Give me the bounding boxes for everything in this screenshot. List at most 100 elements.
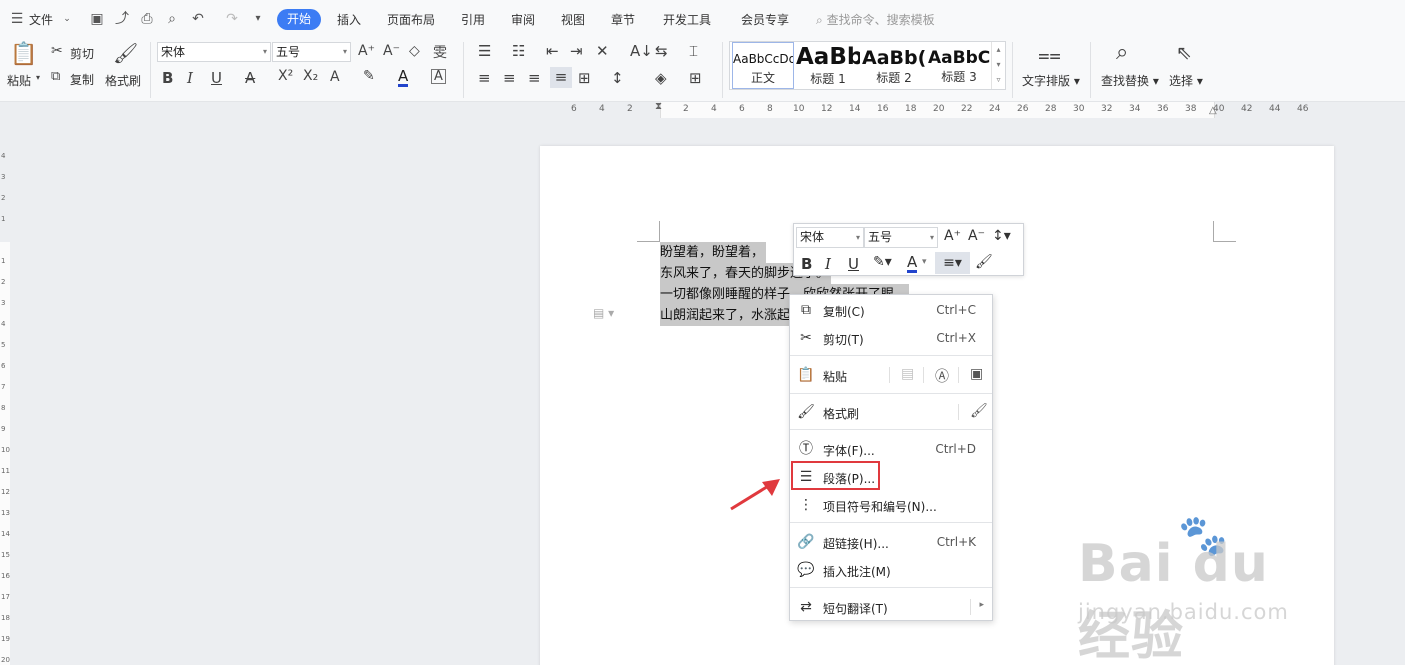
format-painter-button[interactable]: 格式刷: [105, 72, 141, 89]
tab-references[interactable]: 引用: [461, 11, 485, 28]
shading-icon[interactable]: ◈: [655, 69, 667, 87]
menu-item-format-painter[interactable]: 🖌 格式刷 🖌: [790, 398, 992, 426]
menu-item-hyperlink[interactable]: 🔗 超链接(H)... Ctrl+K: [790, 528, 992, 556]
cursor-icon[interactable]: ⇖: [1176, 42, 1192, 64]
menu-item-paste[interactable]: 📋 粘贴 ▤ Ⓐ ▣: [790, 361, 992, 389]
paste-button[interactable]: 粘贴: [7, 72, 31, 89]
tab-review[interactable]: 审阅: [511, 11, 535, 28]
format-painter-icon[interactable]: 🖌: [970, 403, 988, 419]
paste-icon[interactable]: 📋: [10, 42, 37, 67]
decrease-indent-icon[interactable]: ⇤: [546, 42, 559, 60]
underline-icon[interactable]: U: [848, 255, 859, 273]
distribute-icon[interactable]: ⊞: [578, 69, 591, 87]
copy-button[interactable]: 复制: [70, 71, 94, 88]
document-line[interactable]: 盼望着，盼望着，: [660, 242, 767, 263]
tab-view[interactable]: 视图: [561, 11, 585, 28]
menu-item-comment[interactable]: 💬 插入批注(M): [790, 556, 992, 584]
grow-font-icon[interactable]: A⁺: [358, 43, 375, 59]
print-preview-icon[interactable]: ⌕: [163, 10, 181, 28]
line-spacing-icon[interactable]: ↕: [611, 69, 624, 87]
mini-size-select[interactable]: 五号 ▾: [864, 227, 938, 248]
bold-icon[interactable]: B: [801, 255, 812, 273]
tab-chapter[interactable]: 章节: [611, 11, 635, 28]
tab-member[interactable]: 会员专享: [741, 11, 789, 28]
highlight-icon[interactable]: ✎▾: [873, 254, 892, 270]
chevron-right-icon[interactable]: ▸: [979, 600, 984, 610]
chevron-down-icon[interactable]: ▾: [36, 73, 40, 82]
show-marks-icon[interactable]: ⌶: [689, 42, 698, 60]
style-normal[interactable]: AaBbCcDd 正文: [732, 42, 794, 89]
tab-developer[interactable]: 开发工具: [663, 11, 711, 28]
search-command[interactable]: ⌕ 查找命令、搜索模板: [816, 11, 935, 28]
paste-special-icon[interactable]: ▣: [970, 366, 983, 382]
chevron-down-icon[interactable]: ⌄: [58, 10, 76, 28]
menu-item-copy[interactable]: ⧉ 复制(C) Ctrl+C: [790, 296, 992, 324]
bold-icon[interactable]: B: [162, 69, 173, 87]
save-icon[interactable]: ▣: [88, 10, 106, 28]
chinese-layout-icon[interactable]: ✕: [596, 42, 609, 60]
scissors-icon[interactable]: ✂: [51, 43, 63, 59]
undo-icon[interactable]: ↶: [189, 10, 207, 28]
print-icon[interactable]: ⎙: [138, 10, 156, 28]
export-icon[interactable]: ⤴: [113, 10, 131, 28]
style-heading-2[interactable]: AaBb( 标题 2: [862, 42, 926, 89]
style-heading-3[interactable]: AaBbC 标题 3: [928, 42, 990, 89]
italic-icon[interactable]: I: [187, 69, 193, 87]
indent-marker[interactable]: ⧗: [655, 101, 662, 112]
customize-icon[interactable]: ▾: [249, 10, 267, 28]
font-color-icon[interactable]: A: [907, 254, 918, 273]
phonetic-icon[interactable]: 雯: [433, 42, 447, 62]
text-effect-icon[interactable]: A: [330, 69, 340, 85]
font-name-select[interactable]: 宋体 ▾: [157, 42, 271, 62]
format-painter-icon[interactable]: 🖌: [975, 254, 993, 270]
copy-icon[interactable]: ⧉: [51, 69, 60, 84]
file-menu[interactable]: 文件: [29, 11, 53, 28]
tab-page-layout[interactable]: 页面布局: [387, 11, 435, 28]
underline-icon[interactable]: U: [211, 69, 222, 87]
italic-icon[interactable]: I: [825, 255, 831, 273]
superscript-icon[interactable]: X²: [278, 68, 293, 84]
increase-indent-icon[interactable]: ⇥: [570, 42, 583, 60]
paste-text-only-icon[interactable]: Ⓐ: [935, 366, 949, 386]
styles-scroll[interactable]: ▴ ▾ ▿: [991, 42, 1005, 89]
tab-insert[interactable]: 插入: [337, 11, 361, 28]
justify-icon[interactable]: ≡: [550, 67, 572, 88]
bullets-icon[interactable]: ☰: [478, 42, 491, 60]
shrink-font-icon[interactable]: A⁻: [383, 43, 400, 59]
cut-button[interactable]: 剪切: [70, 45, 94, 62]
text-direction-icon[interactable]: ⇆: [655, 42, 668, 60]
paste-keep-format-icon[interactable]: ▤: [901, 366, 914, 382]
menu-item-bullets[interactable]: ⋮ 项目符号和编号(N)...: [790, 491, 992, 519]
font-size-select[interactable]: 五号 ▾: [272, 42, 351, 62]
redo-icon[interactable]: ↷: [223, 10, 241, 28]
numbering-icon[interactable]: ☷: [512, 42, 525, 60]
align-left-icon[interactable]: ≡: [478, 69, 491, 87]
find-replace-icon[interactable]: ⌕: [1116, 40, 1128, 65]
style-heading-1[interactable]: AaBb 标题 1: [796, 42, 860, 89]
strikethrough-icon[interactable]: A: [245, 69, 255, 87]
align-center-icon[interactable]: ≡: [503, 69, 516, 87]
menu-item-cut[interactable]: ✂ 剪切(T) Ctrl+X: [790, 324, 992, 352]
menu-item-font[interactable]: Ⓣ 字体(F)... Ctrl+D: [790, 435, 992, 463]
document-icon[interactable]: ▤ ▾: [593, 306, 614, 320]
chevron-down-icon[interactable]: ▾: [922, 257, 927, 267]
right-indent-marker[interactable]: △: [1209, 105, 1217, 116]
char-border-icon[interactable]: A: [431, 69, 446, 84]
border-icon[interactable]: ⊞: [689, 69, 702, 87]
shrink-font-icon[interactable]: A⁻: [968, 228, 985, 244]
mini-font-select[interactable]: 宋体 ▾: [796, 227, 864, 248]
grow-font-icon[interactable]: A⁺: [944, 228, 961, 244]
align-right-icon[interactable]: ≡: [528, 69, 541, 87]
clear-format-icon[interactable]: ◇: [409, 43, 420, 59]
text-layout-button[interactable]: 文字排版 ▾: [1022, 72, 1080, 89]
sort-icon[interactable]: A↓: [630, 42, 653, 60]
align-icon[interactable]: ≡▾: [935, 252, 970, 274]
menu-item-translate[interactable]: ⇄ 短句翻译(T) ▸: [790, 593, 992, 621]
find-replace-button[interactable]: 查找替换 ▾: [1101, 72, 1159, 89]
highlight-icon[interactable]: ✎: [363, 68, 375, 84]
select-button[interactable]: 选择 ▾: [1169, 72, 1203, 89]
tab-home[interactable]: 开始: [277, 9, 321, 30]
format-painter-icon[interactable]: 🖌: [113, 41, 138, 65]
menu-icon[interactable]: ☰: [8, 10, 26, 28]
subscript-icon[interactable]: X₂: [303, 68, 318, 84]
